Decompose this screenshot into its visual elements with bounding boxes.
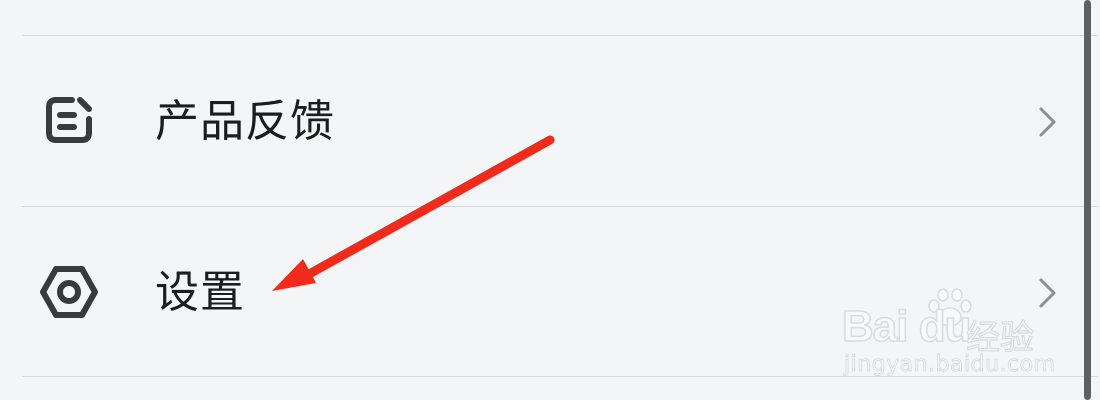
watermark-brand: Bai du xyxy=(841,301,972,352)
baidu-jingyan-watermark: Bai du 经验 jingyan.baidu.com xyxy=(838,282,1068,382)
feedback-icon xyxy=(40,91,98,149)
settings-screen: 产品反馈 设置 Bai du 经验 jingyan.baidu.com xyxy=(0,0,1100,400)
scrollbar[interactable] xyxy=(1084,0,1091,400)
settings-hexagon-icon xyxy=(40,263,98,321)
watermark-url: jingyan.baidu.com xyxy=(844,352,1056,378)
list-item-feedback[interactable]: 产品反馈 xyxy=(0,36,1086,204)
list-item-label: 设置 xyxy=(155,267,245,318)
chevron-right-icon xyxy=(1036,105,1060,139)
list-item-label: 产品反馈 xyxy=(155,96,335,147)
